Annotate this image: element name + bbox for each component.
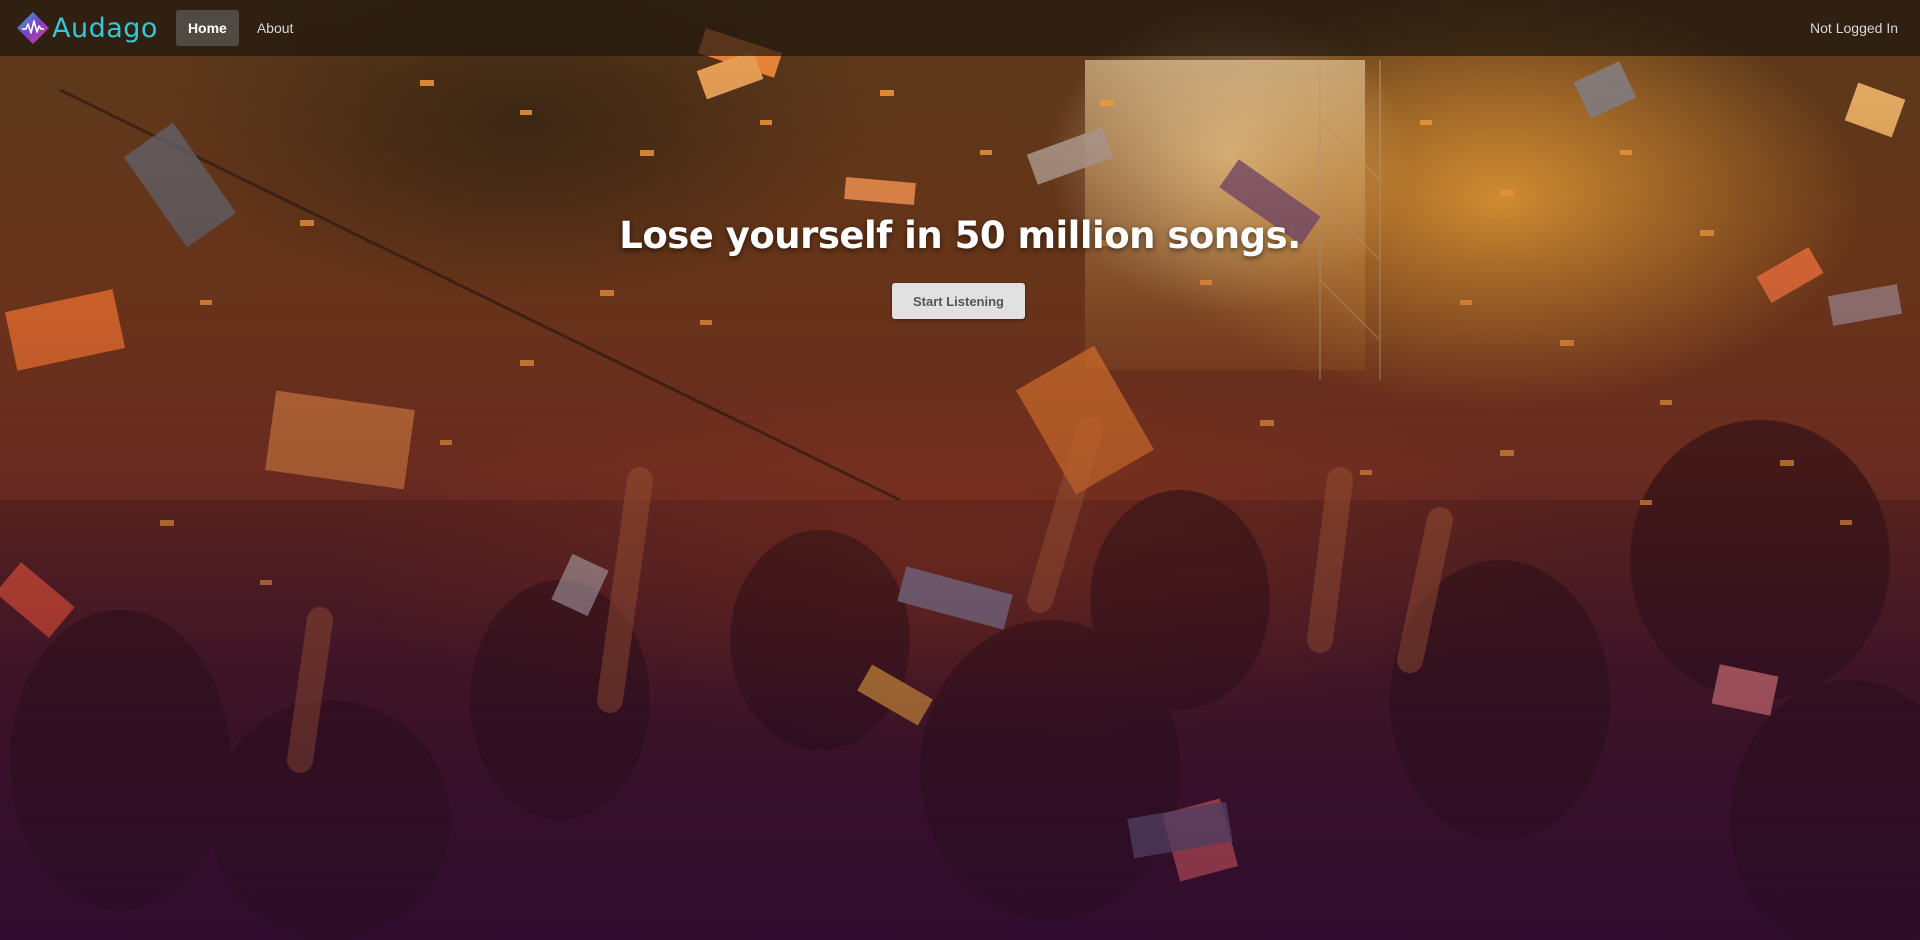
start-listening-button[interactable]: Start Listening <box>892 283 1025 319</box>
brand-name: Audago <box>52 12 158 44</box>
audago-logo-icon <box>17 12 49 44</box>
nav-item-about[interactable]: About <box>245 10 306 46</box>
brand-logo-link[interactable]: Audago <box>16 11 158 45</box>
landing-page: Audago Home About Not Logged In Lose you… <box>0 0 1920 940</box>
login-status-text[interactable]: Not Logged In <box>1810 20 1898 36</box>
top-navbar: Audago Home About Not Logged In <box>0 0 1920 56</box>
nav-item-home[interactable]: Home <box>175 10 239 46</box>
hero-title: Lose yourself in 50 million songs. <box>619 214 1301 257</box>
hero-background-image <box>0 0 1920 940</box>
